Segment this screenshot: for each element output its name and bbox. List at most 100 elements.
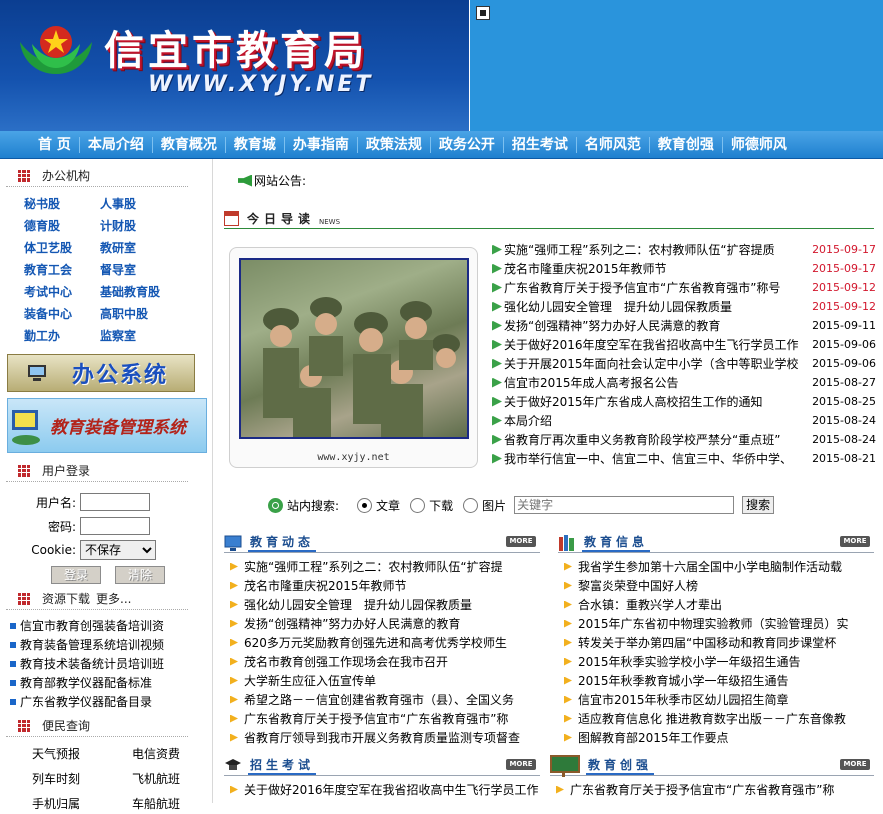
news-item[interactable]: 关于做好2016年度空军在我省招收高中生飞行学员工作 2015-09-06 bbox=[492, 335, 876, 354]
office-link[interactable]: 体卫艺股 bbox=[24, 239, 100, 257]
office-system-banner[interactable]: 办公系统 bbox=[7, 354, 195, 392]
office-link[interactable]: 基础教育股 bbox=[100, 283, 190, 301]
list-item[interactable]: 广东省教育厅关于授予信宜市“广东省教育强市”称 bbox=[550, 780, 874, 799]
radio-download[interactable] bbox=[410, 497, 426, 513]
list-item[interactable]: 大学新生应征入伍宣传单 bbox=[224, 671, 540, 690]
more-button[interactable]: MORE bbox=[840, 536, 870, 547]
password-input[interactable] bbox=[80, 517, 150, 535]
list-item[interactable]: 广东省教育厅关于授予信宜市“广东省教育强市”称 bbox=[224, 709, 540, 728]
bullet-icon bbox=[230, 581, 238, 590]
office-link[interactable]: 计财股 bbox=[100, 217, 190, 235]
nav-policy[interactable]: 政策法规 bbox=[356, 137, 430, 153]
office-link[interactable]: 高职中股 bbox=[100, 305, 190, 323]
nav-home[interactable]: 首 页 bbox=[30, 137, 79, 153]
news-item[interactable]: 本局介绍 2015-08-24 bbox=[492, 411, 876, 430]
keyword-input[interactable] bbox=[514, 496, 735, 514]
news-item[interactable]: 关于开展2015年面向社会认定中小学（含中等职业学校 2015-09-06 bbox=[492, 354, 876, 373]
nav-create-strong[interactable]: 教育创强 bbox=[648, 137, 722, 153]
news-title: 省教育厅再次重申义务教育阶段学校严禁分“重点班” bbox=[504, 433, 781, 447]
list-item[interactable]: 适应教育信息化 推进教育数字出版－－广东音像教 bbox=[558, 709, 874, 728]
download-item[interactable]: 广东省教学仪器配备目录 bbox=[6, 692, 188, 711]
nav-guide[interactable]: 办事指南 bbox=[283, 137, 357, 153]
news-item[interactable]: 茂名市隆重庆祝2015年教师节 2015-09-17 bbox=[492, 259, 876, 278]
download-item[interactable]: 信宜市教育创强装备培训资 bbox=[6, 616, 188, 635]
office-link[interactable]: 装备中心 bbox=[24, 305, 100, 323]
equipment-system-banner[interactable]: 教育装备管理系统 bbox=[7, 398, 207, 453]
news-item[interactable]: 发扬“创强精神”努力办好人民满意的教育 2015-09-11 bbox=[492, 316, 876, 335]
list-item[interactable]: 关于做好2016年度空军在我省招收高中生飞行学员工作 bbox=[224, 780, 540, 799]
service-link[interactable]: 手机归属 bbox=[32, 795, 132, 814]
service-link[interactable]: 车船航班 bbox=[132, 795, 214, 814]
more-button[interactable]: MORE bbox=[840, 759, 870, 770]
list-item[interactable]: 转发关于举办第四届“中国移动和教育同步课堂杯 bbox=[558, 633, 874, 652]
list-item[interactable]: 茂名市教育创强工作现场会在我市召开 bbox=[224, 652, 540, 671]
news-item[interactable]: 实施“强师工程”系列之二：农村教师队伍“扩容提质 2015-09-17 bbox=[492, 240, 876, 259]
download-item[interactable]: 教育技术装备统计员培训班 bbox=[6, 654, 188, 673]
list-item[interactable]: 图解教育部2015年工作要点 bbox=[558, 728, 874, 747]
list-item[interactable]: 2015年广东省初中物理实验教师（实验管理员）实 bbox=[558, 614, 874, 633]
office-link[interactable]: 德育股 bbox=[24, 217, 100, 235]
list-item-label: 2015年广东省初中物理实验教师（实验管理员）实 bbox=[578, 617, 849, 631]
nav-edu-city[interactable]: 教育城 bbox=[224, 137, 284, 153]
download-item[interactable]: 教育部教学仪器配备标准 bbox=[6, 673, 188, 692]
search-button[interactable]: 搜索 bbox=[742, 496, 775, 514]
news-item[interactable]: 强化幼儿园安全管理 提升幼儿园保教质量 2015-09-12 bbox=[492, 297, 876, 316]
nav-about[interactable]: 本局介绍 bbox=[78, 137, 152, 153]
more-button[interactable]: MORE bbox=[506, 759, 536, 770]
office-link[interactable]: 监察室 bbox=[100, 327, 190, 345]
list-item[interactable]: 黎富炎荣登中国好人榜 bbox=[558, 576, 874, 595]
nav-overview[interactable]: 教育概况 bbox=[151, 137, 225, 153]
nav-ethics[interactable]: 师德师风 bbox=[721, 137, 795, 153]
clear-button[interactable]: 清除 bbox=[115, 566, 165, 584]
list-item[interactable]: 省教育厅领导到我市开展义务教育质量监测专项督查 bbox=[224, 728, 540, 747]
news-item[interactable]: 省教育厅再次重申义务教育阶段学校严禁分“重点班” 2015-08-24 bbox=[492, 430, 876, 449]
office-link[interactable]: 教研室 bbox=[100, 239, 190, 257]
news-item[interactable]: 关于做好2015年广东省成人高校招生工作的通知 2015-08-25 bbox=[492, 392, 876, 411]
list-item[interactable]: 强化幼儿园安全管理 提升幼儿园保教质量 bbox=[224, 595, 540, 614]
login-button[interactable]: 登录 bbox=[51, 566, 101, 584]
news-item[interactable]: 信宜市2015年成人高考报名公告 2015-08-27 bbox=[492, 373, 876, 392]
equipment-icon bbox=[12, 409, 40, 445]
nav-admission[interactable]: 招生考试 bbox=[502, 137, 576, 153]
radio-image[interactable] bbox=[463, 497, 479, 513]
office-link[interactable]: 勤工办 bbox=[24, 327, 100, 345]
service-link[interactable]: 飞机航班 bbox=[132, 770, 214, 789]
news-date: 2015-08-24 bbox=[812, 433, 876, 446]
list-item[interactable]: 实施“强师工程”系列之二：农村教师队伍“扩容提 bbox=[224, 557, 540, 576]
download-item[interactable]: 教育装备管理系统培训视频 bbox=[6, 635, 188, 654]
list-item[interactable]: 我省学生参加第十六届全国中小学电脑制作活动载 bbox=[558, 557, 874, 576]
list-item[interactable]: 合水镇：重教兴学人才辈出 bbox=[558, 595, 874, 614]
headline-photo[interactable] bbox=[239, 258, 469, 439]
news-item[interactable]: 我市举行信宜一中、信宜二中、信宜三中、华侨中学、 2015-08-21 bbox=[492, 449, 876, 468]
list-item[interactable]: 发扬“创强精神”努力办好人民满意的教育 bbox=[224, 614, 540, 633]
news-date: 2015-09-12 bbox=[812, 281, 876, 294]
office-link[interactable]: 督导室 bbox=[100, 261, 190, 279]
news-date: 2015-09-12 bbox=[812, 300, 876, 313]
radio-article[interactable] bbox=[357, 497, 373, 513]
flash-control-icon[interactable] bbox=[476, 6, 490, 20]
service-link[interactable]: 电信资费 bbox=[132, 745, 214, 764]
service-link[interactable]: 列车时刻 bbox=[32, 770, 132, 789]
more-button[interactable]: MORE bbox=[506, 536, 536, 547]
news-item[interactable]: 广东省教育厅关于授予信宜市“广东省教育强市”称号 2015-09-12 bbox=[492, 278, 876, 297]
list-item[interactable]: 希望之路－－信宜创建省教育强市（县）、全国义务 bbox=[224, 690, 540, 709]
list-item[interactable]: 2015年秋季实验学校小学一年级招生通告 bbox=[558, 652, 874, 671]
username-input[interactable] bbox=[80, 493, 150, 511]
nav-teachers[interactable]: 名师风范 bbox=[575, 137, 649, 153]
download-more-link[interactable]: 更多... bbox=[96, 590, 131, 607]
list-item[interactable]: 620多万元奖励教育创强先进和高考优秀学校师生 bbox=[224, 633, 540, 652]
cookie-select[interactable]: 不保存 bbox=[80, 540, 156, 560]
list-item-label: 实施“强师工程”系列之二：农村教师队伍“扩容提 bbox=[244, 560, 503, 574]
service-link[interactable]: 天气预报 bbox=[32, 745, 132, 764]
list-item[interactable]: 茂名市隆重庆祝2015年教师节 bbox=[224, 576, 540, 595]
news-date: 2015-09-11 bbox=[812, 319, 876, 332]
list-item[interactable]: 信宜市2015年秋季市区幼儿园招生简章 bbox=[558, 690, 874, 709]
office-link[interactable]: 人事股 bbox=[100, 195, 190, 213]
list-item-label: 转发关于举办第四届“中国移动和教育同步课堂杯 bbox=[578, 636, 837, 650]
nav-public-affairs[interactable]: 政务公开 bbox=[429, 137, 503, 153]
office-link[interactable]: 秘书股 bbox=[24, 195, 100, 213]
list-item[interactable]: 2015年秋季教育城小学一年级招生通告 bbox=[558, 671, 874, 690]
office-link[interactable]: 考试中心 bbox=[24, 283, 100, 301]
office-link[interactable]: 教育工会 bbox=[24, 261, 100, 279]
download-item-label: 教育装备管理系统培训视频 bbox=[20, 638, 165, 652]
